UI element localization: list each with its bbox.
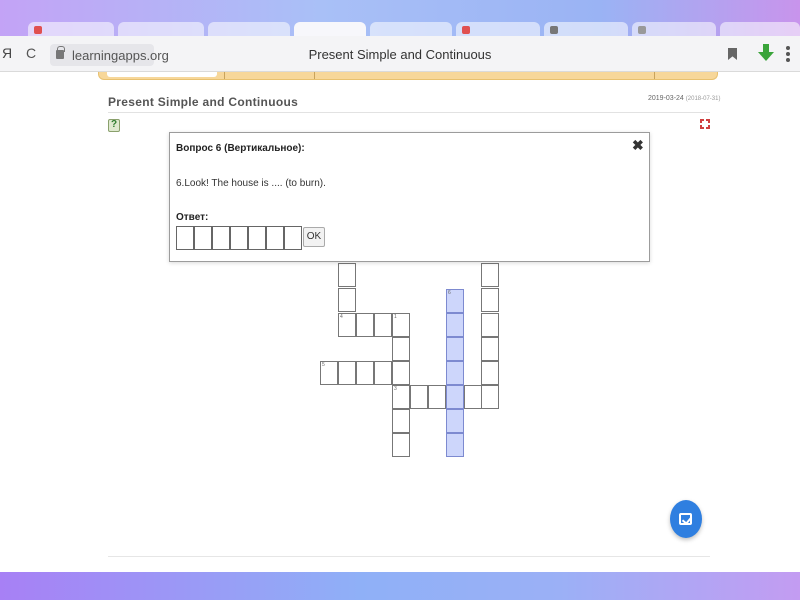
grid-cell[interactable]: 3 [392, 385, 410, 409]
grid-cell[interactable]: 5 [320, 361, 338, 385]
grid-cell[interactable] [392, 337, 410, 361]
close-icon[interactable]: ✖ [632, 137, 644, 154]
app-toolbar [98, 72, 718, 80]
grid-cell[interactable] [392, 361, 410, 385]
answer-letter-box[interactable] [194, 226, 212, 250]
grid-cell[interactable] [481, 385, 499, 409]
grid-cell[interactable] [481, 288, 499, 312]
tab[interactable] [632, 22, 716, 36]
grid-cell-active[interactable] [446, 385, 464, 409]
grid-cell-active[interactable] [446, 313, 464, 337]
address-bar: Я C learningapps.org Present Simple and … [0, 36, 800, 72]
date-sub: (2018-07-31) [685, 96, 721, 102]
answer-letter-box[interactable] [284, 226, 302, 250]
grid-cell-active[interactable] [446, 409, 464, 433]
fullscreen-corner [700, 119, 704, 123]
answer-letter-box[interactable] [230, 226, 248, 250]
tab[interactable] [544, 22, 628, 36]
grid-cell[interactable] [338, 263, 356, 287]
tab[interactable] [720, 22, 800, 36]
divider [108, 556, 710, 557]
answer-letter-box[interactable] [248, 226, 266, 250]
toolbar-field[interactable] [107, 72, 217, 77]
grid-cell[interactable] [481, 361, 499, 385]
answer-label: Ответ: [176, 212, 209, 223]
grid-cell[interactable] [481, 313, 499, 337]
fullscreen-corner [700, 125, 704, 129]
divider [108, 112, 710, 113]
tab[interactable] [370, 22, 452, 36]
answer-letter-box[interactable] [266, 226, 284, 250]
tab[interactable] [456, 22, 540, 36]
tab-active[interactable] [294, 22, 366, 36]
clue-text: 6.Look! The house is .... (to burn). [176, 178, 326, 189]
app-title: Present Simple and Continuous [108, 95, 299, 109]
popup-heading: Вопрос 6 (Вертикальное): [176, 143, 305, 154]
grid-cell[interactable] [338, 361, 356, 385]
grid-cell-active[interactable]: 6 [446, 289, 464, 313]
fullscreen-icon[interactable] [700, 119, 710, 129]
menu-icon[interactable] [786, 46, 790, 62]
grid-cell[interactable]: 4 [338, 313, 356, 337]
answer-letter-box[interactable] [212, 226, 230, 250]
answer-letter-box[interactable] [176, 226, 194, 250]
app-date: 2019-03-24 (2018-07-31) [648, 95, 720, 102]
help-icon[interactable]: ? [108, 119, 120, 132]
download-icon[interactable] [758, 44, 774, 62]
fullscreen-corner [706, 119, 710, 123]
clue-number: 4 [340, 314, 343, 320]
grid-cell[interactable] [481, 263, 499, 287]
toolbar-divider [314, 72, 315, 79]
grid-cell[interactable] [410, 385, 428, 409]
clue-number: 1 [394, 314, 397, 320]
clue-number: 3 [394, 386, 397, 392]
ok-button[interactable]: OK [303, 227, 325, 247]
tab[interactable] [28, 22, 114, 36]
clue-number: 5 [322, 362, 325, 368]
clue-number: 6 [448, 290, 451, 296]
grid-cell[interactable] [464, 385, 482, 409]
grid-cell[interactable] [481, 337, 499, 361]
tab-favicon [550, 26, 558, 34]
grid-cell[interactable] [338, 288, 356, 312]
grid-cell[interactable] [392, 409, 410, 433]
toolbar-divider [224, 72, 225, 79]
page-title: Present Simple and Continuous [308, 47, 492, 62]
grid-cell[interactable]: 1 [392, 313, 410, 337]
grid-cell[interactable] [374, 361, 392, 385]
grid-cell[interactable] [428, 385, 446, 409]
tab[interactable] [118, 22, 204, 36]
screen: Я C learningapps.org Present Simple and … [0, 0, 800, 572]
question-popup: Вопрос 6 (Вертикальное): ✖ 6.Look! The h… [169, 132, 650, 262]
toolbar-divider [654, 72, 655, 79]
grid-cell-active[interactable] [446, 337, 464, 361]
check-answers-button[interactable] [670, 500, 702, 538]
tab-favicon [34, 26, 42, 34]
grid-cell[interactable] [356, 361, 374, 385]
tab-favicon [462, 26, 470, 34]
date-main: 2019-03-24 [648, 95, 684, 102]
help-glyph: ? [111, 119, 118, 130]
grid-cell[interactable] [374, 313, 392, 337]
checkbox-icon [679, 513, 692, 525]
grid-cell-active[interactable] [446, 361, 464, 385]
background-band [0, 572, 800, 600]
tab[interactable] [208, 22, 290, 36]
tab-strip [0, 0, 800, 36]
grid-cell[interactable] [356, 313, 374, 337]
fullscreen-corner [706, 125, 710, 129]
grid-cell[interactable] [392, 433, 410, 457]
tab-favicon [638, 26, 646, 34]
grid-cell-active[interactable] [446, 433, 464, 457]
